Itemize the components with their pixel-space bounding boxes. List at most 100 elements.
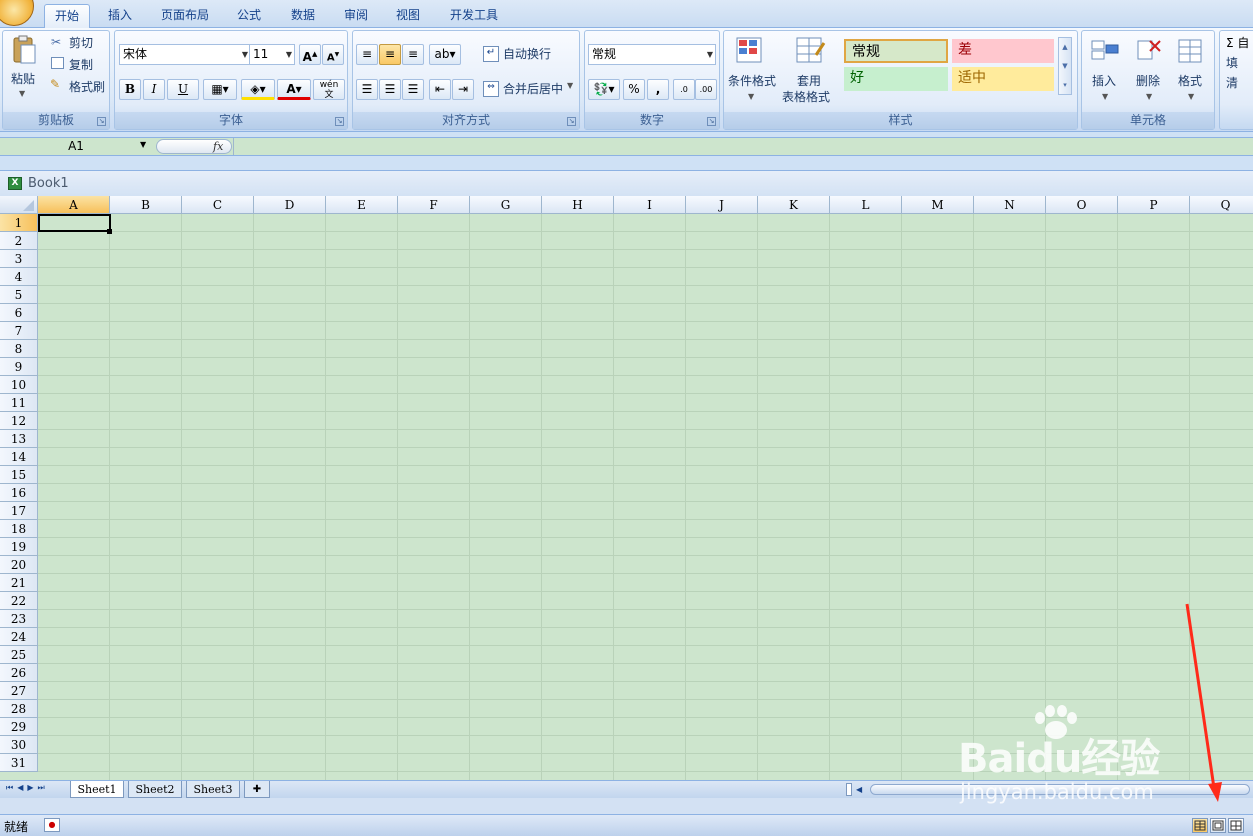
row-header-25[interactable]: 25: [0, 646, 38, 664]
row-header-15[interactable]: 15: [0, 466, 38, 484]
format-cells-button[interactable]: 格式: [1178, 71, 1202, 91]
worksheet-grid[interactable]: ABCDEFGHIJKLMNOPQ 1 2 3 4 5 6 7 8 9 10 11 12 13 14 15 1…: [0, 196, 1253, 780]
tab-review[interactable]: 审阅: [334, 4, 378, 28]
percent-button[interactable]: %: [623, 79, 645, 100]
row-header-1[interactable]: 1: [0, 214, 38, 232]
row-header-22[interactable]: 22: [0, 592, 38, 610]
row-header-24[interactable]: 24: [0, 628, 38, 646]
row-header-12[interactable]: 12: [0, 412, 38, 430]
phonetic-guide-icon[interactable]: wén 文: [313, 79, 345, 100]
font-launcher-icon[interactable]: ↘: [335, 117, 344, 126]
column-header-b[interactable]: B: [110, 196, 182, 214]
orientation-icon[interactable]: ab▾: [429, 44, 461, 65]
chevron-down-icon[interactable]: ▼: [748, 92, 754, 101]
border-icon[interactable]: ▦▾: [203, 79, 237, 100]
macro-record-icon[interactable]: ●: [44, 818, 60, 832]
chevron-down-icon[interactable]: ▼: [1146, 92, 1152, 101]
align-bottom-icon[interactable]: ≡: [402, 44, 424, 65]
font-color-icon[interactable]: A▾: [277, 79, 311, 100]
clipboard-launcher-icon[interactable]: ↘: [97, 117, 106, 126]
row-header-20[interactable]: 20: [0, 556, 38, 574]
row-header-14[interactable]: 14: [0, 448, 38, 466]
font-name-select[interactable]: 宋体 ▼: [119, 44, 251, 65]
tab-view[interactable]: 视图: [386, 4, 430, 28]
cell-style-neutral[interactable]: 适中: [952, 67, 1054, 91]
tab-data[interactable]: 数据: [280, 4, 326, 28]
chevron-down-icon[interactable]: ▼: [567, 81, 573, 90]
row-header-27[interactable]: 27: [0, 682, 38, 700]
page-layout-view-icon[interactable]: [1210, 818, 1226, 833]
italic-button[interactable]: I: [143, 79, 165, 100]
conditional-format-icon[interactable]: [736, 37, 766, 67]
number-format-select[interactable]: 常规 ▼: [588, 44, 716, 65]
styles-gallery-scroll[interactable]: ▲ ▼ ▾: [1058, 37, 1072, 95]
wrap-text-button[interactable]: 自动换行: [503, 44, 551, 64]
align-top-icon[interactable]: ≡: [356, 44, 378, 65]
tab-developer[interactable]: 开发工具: [440, 4, 508, 28]
align-right-icon[interactable]: ☰: [402, 79, 424, 100]
column-header-k[interactable]: K: [758, 196, 830, 214]
font-size-select[interactable]: 11 ▼: [249, 44, 295, 65]
underline-button[interactable]: U: [167, 79, 199, 100]
shrink-font-icon[interactable]: A▼: [322, 44, 344, 65]
increase-decimal-icon[interactable]: .0: [673, 79, 695, 100]
tab-formulas[interactable]: 公式: [226, 4, 272, 28]
name-box-dropdown-icon[interactable]: ▼: [140, 140, 146, 149]
row-header-8[interactable]: 8: [0, 340, 38, 358]
row-header-6[interactable]: 6: [0, 304, 38, 322]
fill-button[interactable]: 填: [1226, 53, 1238, 73]
row-header-7[interactable]: 7: [0, 322, 38, 340]
tab-page-layout[interactable]: 页面布局: [152, 4, 218, 28]
cut-button[interactable]: 剪切: [69, 33, 93, 53]
sheet-tab-2[interactable]: Sheet2: [128, 781, 182, 798]
formula-input[interactable]: [233, 138, 1253, 155]
column-header-o[interactable]: O: [1046, 196, 1118, 214]
alignment-launcher-icon[interactable]: ↘: [567, 117, 576, 126]
normal-view-icon[interactable]: [1192, 818, 1208, 833]
row-header-10[interactable]: 10: [0, 376, 38, 394]
column-header-d[interactable]: D: [254, 196, 326, 214]
column-header-j[interactable]: J: [686, 196, 758, 214]
bold-button[interactable]: B: [119, 79, 141, 100]
chevron-down-icon[interactable]: ▼: [1188, 92, 1194, 101]
row-header-23[interactable]: 23: [0, 610, 38, 628]
column-header-p[interactable]: P: [1118, 196, 1190, 214]
page-break-view-icon[interactable]: [1228, 818, 1244, 833]
comma-button[interactable]: ,: [647, 79, 669, 100]
format-cells-icon[interactable]: [1176, 37, 1206, 65]
row-header-9[interactable]: 9: [0, 358, 38, 376]
column-header-c[interactable]: C: [182, 196, 254, 214]
row-header-17[interactable]: 17: [0, 502, 38, 520]
new-sheet-icon[interactable]: ✚: [244, 781, 270, 798]
format-as-table-icon[interactable]: [796, 37, 826, 67]
sheet-tab-3[interactable]: Sheet3: [186, 781, 240, 798]
increase-indent-icon[interactable]: ⇥: [452, 79, 474, 100]
row-header-31[interactable]: 31: [0, 754, 38, 772]
merge-center-button[interactable]: 合并后居中: [503, 79, 563, 99]
row-header-30[interactable]: 30: [0, 736, 38, 754]
row-header-4[interactable]: 4: [0, 268, 38, 286]
column-header-a[interactable]: A: [38, 196, 110, 214]
chevron-down-icon[interactable]: ▼: [1102, 92, 1108, 101]
paste-icon[interactable]: [11, 35, 37, 65]
name-box[interactable]: A1: [0, 138, 152, 155]
office-button[interactable]: [0, 0, 34, 26]
cell-style-good[interactable]: 好: [844, 67, 948, 91]
tab-home[interactable]: 开始: [44, 4, 90, 29]
row-header-3[interactable]: 3: [0, 250, 38, 268]
select-all-button[interactable]: [0, 196, 38, 214]
row-header-18[interactable]: 18: [0, 520, 38, 538]
cell-style-bad[interactable]: 差: [952, 39, 1054, 63]
row-header-21[interactable]: 21: [0, 574, 38, 592]
row-header-29[interactable]: 29: [0, 718, 38, 736]
active-cell-a1[interactable]: [38, 214, 111, 232]
format-painter-button[interactable]: 格式刷: [69, 77, 105, 97]
autosum-button[interactable]: Σ 自: [1226, 33, 1249, 53]
currency-icon[interactable]: 💱▾: [588, 79, 620, 100]
align-center-icon[interactable]: ☰: [379, 79, 401, 100]
row-header-26[interactable]: 26: [0, 664, 38, 682]
conditional-format-button[interactable]: 条件格式: [728, 71, 776, 91]
number-launcher-icon[interactable]: ↘: [707, 117, 716, 126]
decrease-decimal-icon[interactable]: .00: [695, 79, 717, 100]
row-header-2[interactable]: 2: [0, 232, 38, 250]
